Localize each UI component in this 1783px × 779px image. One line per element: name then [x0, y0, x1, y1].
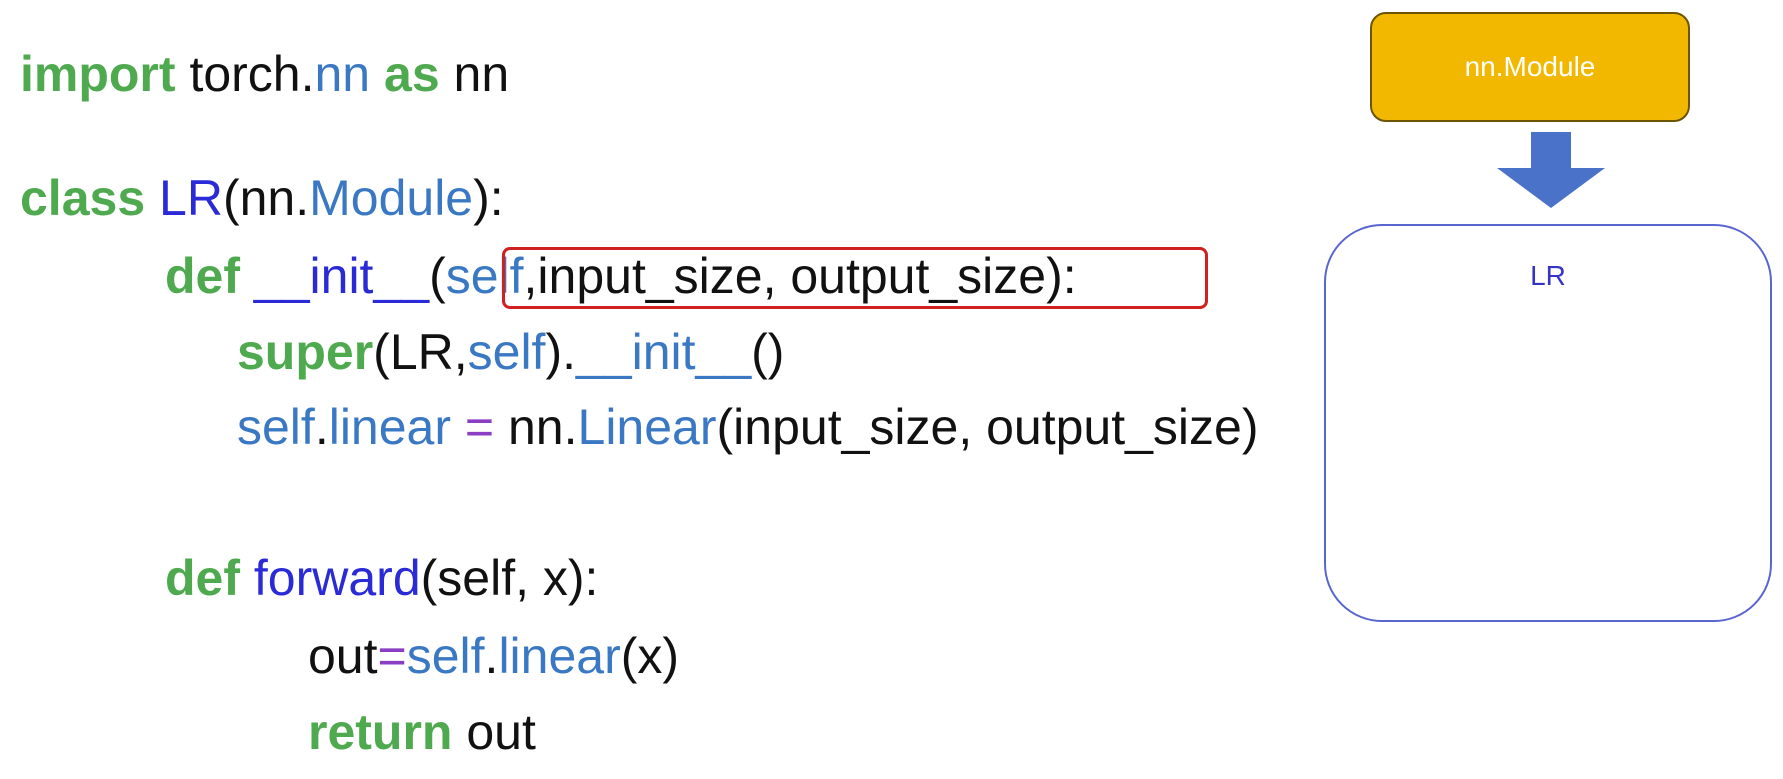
alias-nn: nn — [439, 46, 510, 102]
keyword-import: import — [20, 46, 176, 102]
assign-self: self — [237, 399, 315, 455]
keyword-as: as — [370, 46, 440, 102]
assign-dot: . — [314, 399, 329, 455]
param-self: self — [445, 248, 524, 304]
var-out: out — [308, 628, 378, 684]
inheritance-arrow-icon — [1497, 132, 1605, 208]
linear-args: (input_size, output_size) — [716, 399, 1259, 455]
code-line-import: import torch.nn as nn — [20, 44, 509, 104]
call-args: (x) — [620, 628, 680, 684]
paren-open: ( — [429, 248, 446, 304]
child-label: LR — [1530, 260, 1566, 291]
nn-prefix: nn. — [508, 399, 578, 455]
super-call: () — [751, 324, 785, 380]
module-nn: nn — [314, 46, 371, 102]
assign-equals: = — [377, 628, 407, 684]
class-name: LR — [159, 170, 223, 226]
keyword-def: def — [165, 248, 240, 304]
code-line-linear-assign: self.linear = nn.Linear(input_size, outp… — [237, 397, 1258, 457]
keyword-super: super — [237, 324, 374, 380]
super-self: self — [467, 324, 546, 380]
parent-label: nn.Module — [1464, 51, 1596, 82]
return-value: out — [452, 704, 536, 760]
keyword-class: class — [20, 170, 146, 226]
code-line-def-init: def __init__(self,input_size, output_siz… — [165, 246, 1077, 306]
code-line-def-forward: def forward(self, x): — [165, 548, 598, 608]
keyword-return: return — [308, 704, 453, 760]
linear-class: Linear — [577, 399, 717, 455]
class-close: ): — [473, 170, 504, 226]
code-line-return: return out — [308, 702, 536, 762]
attr-linear: linear — [328, 399, 452, 455]
super-close: ). — [545, 324, 576, 380]
call-linear: linear — [498, 628, 621, 684]
call-dot: . — [484, 628, 499, 684]
diagram-child-box: LR — [1324, 224, 1772, 622]
module-torch: torch. — [175, 46, 315, 102]
params-sizes: ,input_size, output_size — [523, 248, 1047, 304]
method-init: __init__ — [253, 248, 430, 304]
call-self: self — [406, 628, 485, 684]
def-close: ): — [1046, 248, 1077, 304]
method-forward: forward — [253, 550, 421, 606]
forward-args: (self, x): — [420, 550, 599, 606]
keyword-def: def — [165, 550, 240, 606]
super-args: (LR, — [373, 324, 468, 380]
base-module: Module — [309, 170, 474, 226]
assign-equals: = — [451, 399, 508, 455]
code-line-super: super(LR,self).__init__() — [237, 322, 784, 382]
base-prefix: (nn. — [222, 170, 310, 226]
code-line-class: class LR(nn.Module): — [20, 168, 504, 228]
code-line-out-assign: out=self.linear(x) — [308, 626, 679, 686]
super-init: __init__ — [576, 324, 752, 380]
diagram-parent-box: nn.Module — [1370, 12, 1690, 122]
